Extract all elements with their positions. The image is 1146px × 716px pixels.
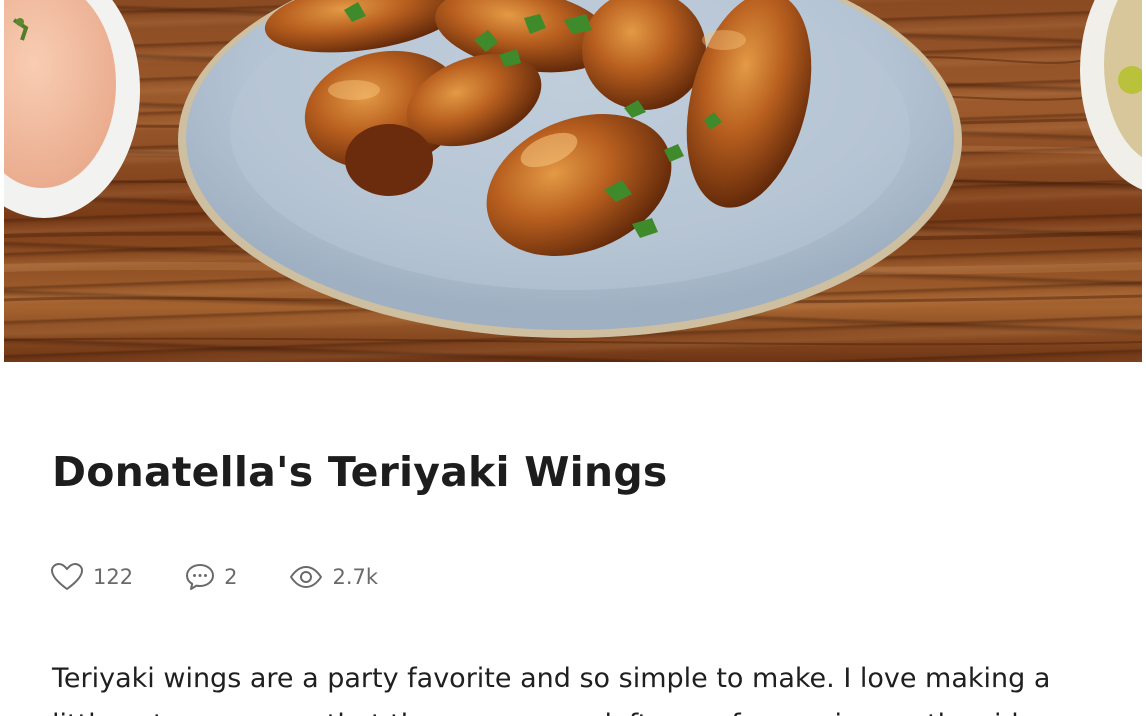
recipe-title: Donatella's Teriyaki Wings	[52, 448, 668, 496]
eye-icon	[289, 560, 323, 594]
like-button[interactable]: 122	[50, 560, 133, 594]
comments-count: 2	[224, 565, 238, 589]
sauce-bowl-left	[4, 0, 140, 218]
likes-count: 122	[93, 565, 134, 589]
recipe-page: Donatella's Teriyaki Wings 122 2 2.7k Te…	[0, 0, 1146, 716]
comment-bubble-icon	[183, 560, 217, 594]
recipe-hero-image	[4, 0, 1142, 362]
recipe-stats: 122 2 2.7k	[50, 560, 378, 594]
views-count: 2.7k	[332, 565, 379, 589]
views-stat: 2.7k	[289, 560, 378, 594]
comments-button[interactable]: 2	[183, 560, 237, 594]
heart-icon	[50, 560, 84, 594]
food-photo	[4, 0, 1142, 346]
recipe-description: Teriyaki wings are a party favorite and …	[52, 663, 1051, 716]
bowl-right	[1080, 0, 1142, 190]
